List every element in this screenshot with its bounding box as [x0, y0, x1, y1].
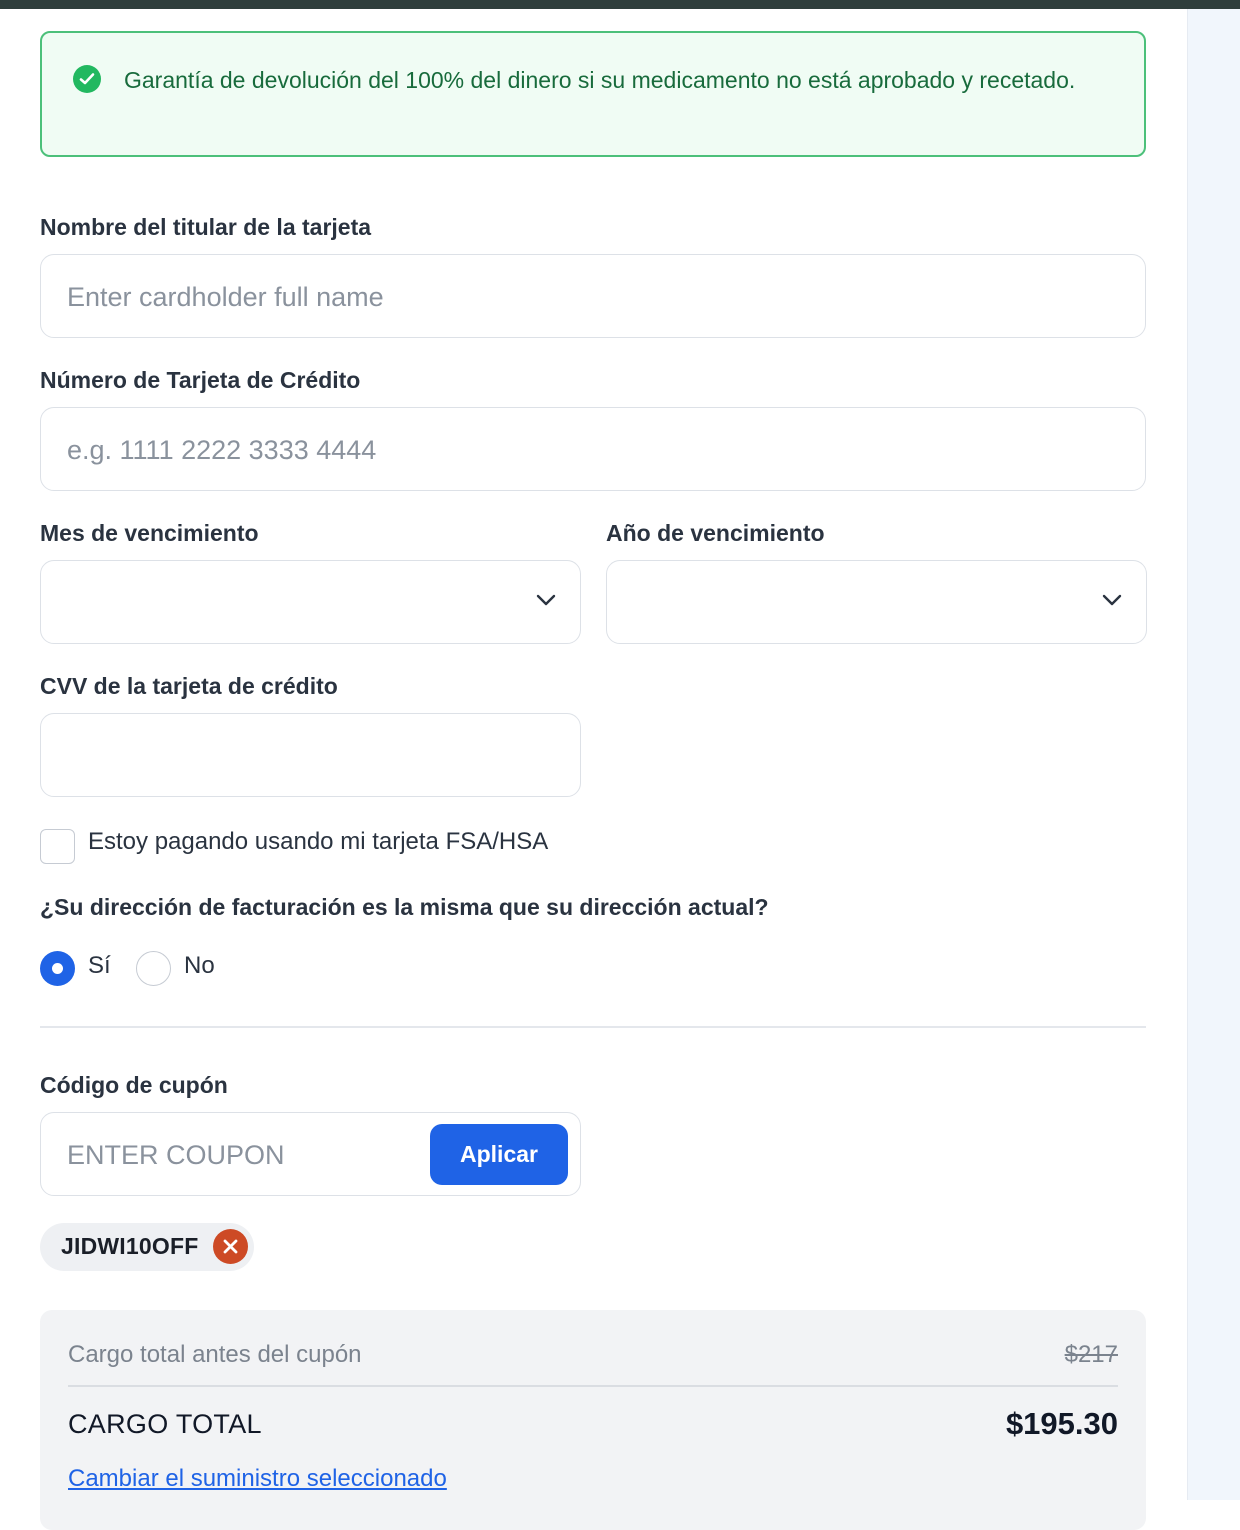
- applied-coupon-code: JIDWI10OFF: [61, 1233, 199, 1259]
- side-panel: [1187, 9, 1240, 1500]
- guarantee-text: Garantía de devolución del 100% del dine…: [124, 67, 1076, 93]
- coupon-input[interactable]: [67, 1113, 397, 1197]
- cardholder-field[interactable]: [40, 254, 1146, 339]
- total-label: CARGO TOTAL: [68, 1409, 262, 1439]
- applied-coupon-chip: JIDWI10OFF: [40, 1223, 254, 1271]
- guarantee-banner: Garantía de devolución del 100% del dine…: [40, 31, 1146, 157]
- card-number-label: Número de Tarjeta de Crédito: [40, 367, 361, 393]
- expiry-month-select[interactable]: [40, 560, 581, 644]
- subtotal-label: Cargo total antes del cupón: [68, 1341, 362, 1368]
- order-summary: Cargo total antes del cupón $217 CARGO T…: [40, 1310, 1146, 1530]
- subtotal-value: $217: [1064, 1341, 1118, 1368]
- expiry-year-select[interactable]: [606, 560, 1147, 644]
- cvv-field[interactable]: [40, 713, 581, 798]
- cardholder-label: Nombre del titular de la tarjeta: [40, 214, 372, 240]
- card-number-field[interactable]: [40, 407, 1146, 492]
- check-circle-icon: [73, 65, 101, 93]
- cvv-label: CVV de la tarjeta de crédito: [40, 673, 338, 699]
- fsa-checkbox[interactable]: [40, 829, 75, 864]
- chevron-down-icon: [536, 594, 556, 606]
- remove-coupon-icon[interactable]: [213, 1229, 248, 1264]
- total-value: $195.30: [1005, 1406, 1118, 1441]
- radio-yes[interactable]: [40, 951, 75, 986]
- cvv-input[interactable]: [67, 714, 554, 798]
- section-divider: [40, 1026, 1146, 1028]
- radio-yes-label[interactable]: Sí: [88, 952, 111, 980]
- expiry-month-label: Mes de vencimiento: [40, 520, 259, 546]
- top-bar: [0, 0, 1240, 9]
- radio-no-label[interactable]: No: [184, 952, 215, 980]
- coupon-label: Código de cupón: [40, 1072, 228, 1098]
- cardholder-input[interactable]: [67, 255, 1119, 339]
- summary-divider: [68, 1385, 1118, 1387]
- card-number-input[interactable]: [67, 408, 1119, 492]
- chevron-down-icon: [1102, 594, 1122, 606]
- change-supply-link[interactable]: Cambiar el suministro seleccionado: [68, 1465, 447, 1493]
- fsa-checkbox-label[interactable]: Estoy pagando usando mi tarjeta FSA/HSA: [88, 828, 548, 856]
- apply-coupon-button[interactable]: Aplicar: [430, 1124, 568, 1185]
- billing-address-question: ¿Su dirección de facturación es la misma…: [40, 894, 769, 920]
- radio-no[interactable]: [136, 951, 171, 986]
- coupon-field[interactable]: Aplicar: [40, 1112, 581, 1197]
- expiry-year-label: Año de vencimiento: [606, 520, 825, 546]
